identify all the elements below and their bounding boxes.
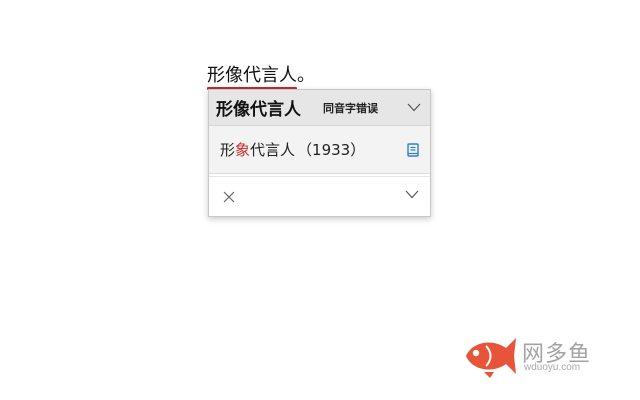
suggestion-highlight: 象	[235, 141, 251, 159]
card-header: 形像代言人 同音字错误	[209, 90, 430, 126]
fish-logo-icon	[466, 338, 516, 378]
expand-chevron-icon[interactable]	[404, 187, 420, 203]
correction-card: 形像代言人 同音字错误 形象代言人 （1933）	[208, 89, 431, 217]
card-footer	[209, 176, 430, 216]
document-text: 形像代言人。	[207, 64, 315, 90]
suggestion-count: （1933）	[297, 141, 366, 159]
watermark-url: wduoyu.com	[524, 362, 581, 373]
suggestion-prefix: 形	[220, 141, 236, 159]
book-icon[interactable]	[406, 142, 420, 157]
close-icon[interactable]	[222, 190, 236, 204]
card-title: 形像代言人	[216, 100, 301, 120]
trailing-punctuation: 。	[297, 65, 315, 86]
watermark: 网多鱼 wduoyu.com	[462, 332, 612, 380]
error-category: 同音字错误	[323, 101, 378, 115]
suggestion-text: 形象代言人 （1933）	[220, 139, 365, 160]
suggestion-item[interactable]: 形象代言人 （1933）	[209, 126, 430, 174]
error-word[interactable]: 形像代言人	[207, 64, 297, 90]
chevron-down-icon[interactable]	[406, 100, 422, 116]
suggestion-suffix: 代言人	[250, 141, 296, 159]
